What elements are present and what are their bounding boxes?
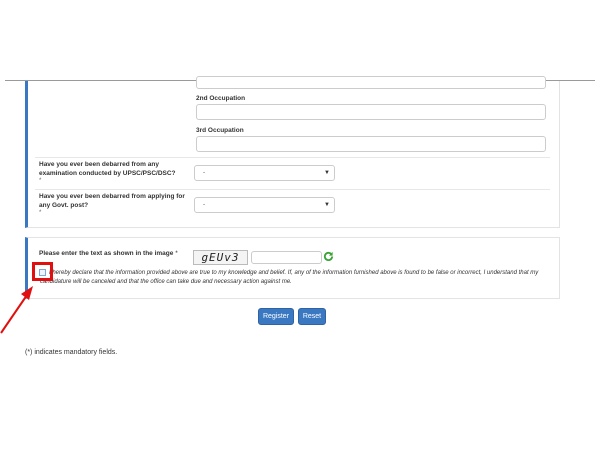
debarred-govt-select[interactable]: - ▼ [194,197,335,213]
debarred-govt-question: Have you ever been debarred from applyin… [39,193,185,209]
occupation-3-label: 3rd Occupation [196,127,244,134]
debarred-exam-selected: - [203,169,206,176]
caret-down-icon: ▼ [324,170,330,176]
reset-button[interactable]: Reset [298,308,326,325]
red-arrow-annotation [0,286,33,334]
captcha-panel [25,237,560,299]
mandatory-fields-note: (*) indicates mandatory fields. [25,349,118,356]
caret-down-icon: ▼ [324,202,330,208]
occupation-2-label: 2nd Occupation [196,95,246,102]
captcha-image: gEUv3 [193,250,248,265]
occupation-3-input[interactable] [196,136,546,152]
occupation-1-input[interactable] [196,76,546,89]
row-divider [35,157,550,158]
row-divider [35,189,550,190]
required-marker: * [39,210,42,216]
debarred-govt-selected: - [203,201,206,208]
captcha-input[interactable] [251,251,322,264]
refresh-icon[interactable] [323,251,334,262]
debarred-exam-select[interactable]: - ▼ [194,165,335,181]
declaration-text: I hereby declare that the information pr… [40,270,539,285]
occupation-2-input[interactable] [196,104,546,120]
captcha-label: Please enter the text as shown in the im… [39,250,178,257]
debarred-exam-question: Have you ever been debarred from any exa… [39,161,176,177]
required-marker: * [39,178,42,184]
required-marker: * [175,250,178,257]
register-button[interactable]: Register [258,308,294,325]
checkbox-highlight-annotation [32,262,53,281]
